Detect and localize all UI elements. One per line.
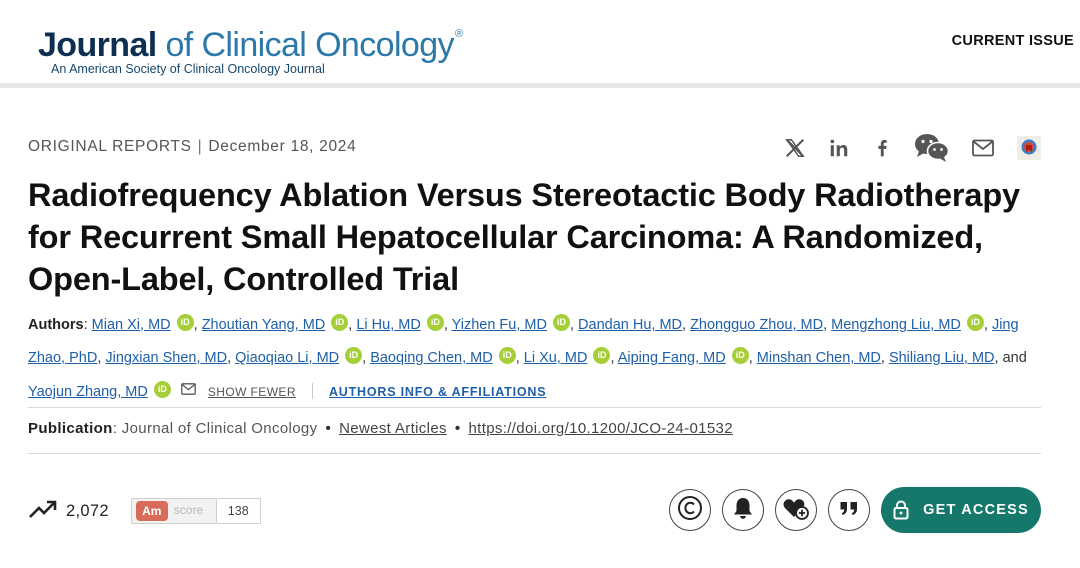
show-fewer-button[interactable]: SHOW FEWER bbox=[208, 385, 296, 399]
lock-icon bbox=[893, 500, 909, 520]
publication-label: Publication bbox=[28, 420, 113, 437]
altmetric-score: 138 bbox=[216, 498, 261, 524]
views-count: 2,072 bbox=[66, 501, 109, 520]
logo-wordmark: Journal of Clinical Oncology® bbox=[38, 14, 463, 65]
author-link[interactable]: Dandan Hu, MD bbox=[578, 317, 682, 333]
registered-mark: ® bbox=[454, 28, 463, 40]
article-title: Radiofrequency Ablation Versus Stereotac… bbox=[28, 177, 1020, 297]
cite-button[interactable] bbox=[828, 489, 870, 531]
bullet: • bbox=[454, 420, 461, 437]
publication-colon: : bbox=[112, 420, 122, 437]
orcid-icon[interactable]: iD bbox=[153, 381, 171, 398]
orcid-icon[interactable]: iD bbox=[966, 314, 984, 331]
mendeley-icon[interactable] bbox=[1016, 135, 1042, 161]
quote-icon bbox=[839, 500, 859, 521]
author-link[interactable]: Minshan Chen, MD bbox=[757, 350, 881, 366]
site-header: Journal of Clinical Oncology® An America… bbox=[0, 0, 1080, 88]
article-type: ORIGINAL REPORTS bbox=[28, 138, 192, 155]
orcid-icon[interactable]: iD bbox=[593, 347, 611, 364]
orcid-icon[interactable]: iD bbox=[426, 314, 444, 331]
divider bbox=[28, 453, 1041, 454]
altmetric-score-label: score bbox=[173, 503, 204, 517]
email-icon[interactable] bbox=[972, 139, 994, 157]
orcid-icon[interactable]: iD bbox=[345, 347, 363, 364]
author-link[interactable]: Zhoutian Yang, MD bbox=[202, 317, 326, 333]
author-link[interactable]: Zhongguo Zhou, MD bbox=[690, 317, 823, 333]
author-link[interactable]: Jingxian Shen, MD bbox=[105, 350, 227, 366]
orcid-icon[interactable]: iD bbox=[331, 314, 349, 331]
copyright-icon bbox=[677, 495, 703, 526]
permissions-button[interactable] bbox=[669, 489, 711, 531]
bell-icon bbox=[732, 496, 754, 525]
and-word: and bbox=[1002, 350, 1027, 366]
alert-button[interactable] bbox=[722, 489, 764, 531]
doi-link[interactable]: https://doi.org/10.1200/JCO-24-01532 bbox=[468, 420, 732, 437]
author-link[interactable]: Baoqing Chen, MD bbox=[370, 350, 493, 366]
author-link[interactable]: Li Xu, MD bbox=[524, 350, 588, 366]
authors-affiliations-link[interactable]: AUTHORS INFO & AFFILIATIONS bbox=[329, 385, 546, 399]
action-bar: GET ACCESS bbox=[669, 487, 1041, 533]
orcid-icon[interactable]: iD bbox=[552, 314, 570, 331]
get-access-label: GET ACCESS bbox=[923, 502, 1029, 518]
author-link[interactable]: Li Hu, MD bbox=[356, 317, 420, 333]
authors-label: Authors bbox=[28, 317, 84, 333]
author-link[interactable]: Mengzhong Liu, MD bbox=[831, 317, 961, 333]
facebook-icon[interactable] bbox=[872, 137, 892, 159]
author-link[interactable]: Qiaoqiao Li, MD bbox=[235, 350, 339, 366]
journal-name: Journal of Clinical Oncology bbox=[121, 420, 318, 437]
altmetric-logo: Am bbox=[135, 501, 168, 521]
altmetric-logo-box: Am score bbox=[130, 498, 217, 524]
author-link[interactable]: Mian Xi, MD bbox=[92, 317, 171, 333]
publication-date: December 18, 2024 bbox=[208, 138, 357, 155]
metrics-row: 2,072 Am score 138 bbox=[28, 493, 261, 529]
orcid-icon[interactable]: iD bbox=[176, 314, 194, 331]
author-link[interactable]: Yaojun Zhang, MD bbox=[28, 384, 148, 400]
author-link[interactable]: Shiliang Liu, MD bbox=[889, 350, 995, 366]
divider bbox=[28, 407, 1041, 408]
article-meta: ORIGINAL REPORTS | December 18, 2024 bbox=[28, 138, 356, 156]
authors-colon: : bbox=[83, 317, 92, 333]
newest-articles-link[interactable]: Newest Articles bbox=[339, 420, 447, 437]
favorite-add-icon bbox=[782, 495, 810, 526]
orcid-icon[interactable]: iD bbox=[498, 347, 516, 364]
email-icon[interactable] bbox=[181, 375, 196, 408]
bullet: • bbox=[325, 420, 332, 437]
altmetric-badge[interactable]: Am score 138 bbox=[130, 498, 261, 524]
separator bbox=[311, 383, 313, 399]
publication-line: Publication: Journal of Clinical Oncolog… bbox=[28, 420, 733, 437]
wechat-icon[interactable] bbox=[914, 133, 950, 163]
logo-word-rest: of Clinical Oncology bbox=[156, 26, 454, 64]
share-bar bbox=[762, 129, 1042, 167]
add-favorite-button[interactable] bbox=[775, 489, 817, 531]
orcid-icon[interactable]: iD bbox=[731, 347, 749, 364]
author-link[interactable]: Aiping Fang, MD bbox=[618, 350, 726, 366]
get-access-button[interactable]: GET ACCESS bbox=[881, 487, 1041, 533]
meta-separator: | bbox=[197, 138, 203, 155]
x-icon[interactable] bbox=[784, 137, 806, 159]
author-link[interactable]: Yizhen Fu, MD bbox=[452, 317, 547, 333]
authors-block: Authors: Mian Xi, MD iD, Zhoutian Yang, M… bbox=[28, 309, 1048, 409]
logo-word-journal: Journal bbox=[38, 26, 157, 64]
current-issue-link[interactable]: CURRENT ISSUE bbox=[952, 33, 1074, 49]
journal-logo[interactable]: Journal of Clinical Oncology® An America… bbox=[38, 14, 463, 76]
linkedin-icon[interactable] bbox=[828, 137, 850, 159]
trending-up-icon bbox=[28, 498, 58, 525]
